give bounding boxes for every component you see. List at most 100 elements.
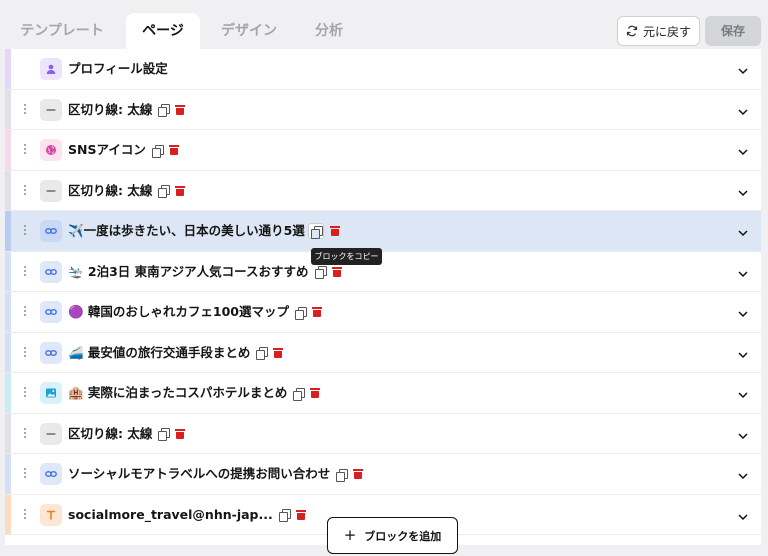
chevron-down-icon[interactable] bbox=[737, 467, 749, 480]
trash-icon[interactable] bbox=[168, 145, 179, 155]
drag-handle-icon[interactable] bbox=[24, 508, 28, 521]
copy-icon[interactable] bbox=[151, 144, 164, 158]
block-label: プロフィール設定 bbox=[68, 49, 168, 89]
divider-icon bbox=[40, 179, 62, 202]
save-button[interactable]: 保存 bbox=[705, 16, 761, 46]
block-title: 🟣 韓国のおしゃれカフェ100選マップ bbox=[68, 304, 290, 319]
block-list: プロフィール設定 区切り線: 太線 SNSアイコン 区切り線: 太線 ✈️一度は歩きたい… bbox=[5, 49, 761, 545]
drag-handle-icon[interactable] bbox=[24, 103, 28, 116]
block-color-strip bbox=[5, 49, 11, 89]
block-title: socialmore_travel@nhn-jap... bbox=[68, 506, 273, 522]
block-row[interactable]: SNSアイコン bbox=[5, 130, 761, 171]
drag-handle-icon[interactable] bbox=[24, 265, 28, 278]
block-label: 🏨 実際に泊まったコスパホテルまとめ bbox=[68, 373, 321, 413]
tab-page[interactable]: ページ bbox=[126, 13, 200, 49]
trash-icon[interactable] bbox=[312, 307, 323, 317]
block-row[interactable]: 🟣 韓国のおしゃれカフェ100選マップ bbox=[5, 292, 761, 333]
copy-icon[interactable] bbox=[293, 387, 306, 401]
trash-icon[interactable] bbox=[310, 388, 321, 398]
block-row[interactable]: 区切り線: 太線 bbox=[5, 413, 761, 454]
trash-icon[interactable] bbox=[331, 266, 342, 277]
chevron-down-icon[interactable] bbox=[737, 265, 749, 277]
tab-analytics[interactable]: 分析 bbox=[298, 13, 360, 49]
block-title: SNSアイコン bbox=[68, 142, 146, 157]
copy-icon[interactable] bbox=[336, 468, 349, 482]
block-label: 区切り線: 太線 bbox=[68, 171, 186, 211]
trash-icon[interactable] bbox=[175, 104, 186, 115]
block-color-strip bbox=[5, 413, 11, 453]
link-icon bbox=[40, 301, 62, 323]
block-row[interactable]: 🛬 2泊3日 東南アジア人気コースおすすめ bbox=[5, 251, 761, 292]
block-label: 区切り線: 太線 bbox=[68, 90, 186, 130]
tab-template[interactable]: テンプレート bbox=[4, 13, 120, 49]
block-row[interactable]: 区切り線: 太線 bbox=[5, 170, 761, 211]
block-label: SNSアイコン bbox=[68, 130, 179, 170]
trash-icon[interactable] bbox=[295, 509, 306, 520]
block-row[interactable]: ソーシャルモアトラベルへの提携お問い合わせ bbox=[5, 454, 761, 495]
chevron-down-icon[interactable] bbox=[737, 386, 749, 399]
block-title: プロフィール設定 bbox=[68, 61, 168, 76]
tab-design[interactable]: デザイン bbox=[212, 13, 286, 49]
chevron-down-icon[interactable] bbox=[737, 224, 749, 237]
person-icon bbox=[40, 58, 62, 80]
trash-icon[interactable] bbox=[175, 185, 186, 196]
block-row[interactable]: ✈️一度は歩きたい、日本の美しい通り5選 bbox=[5, 211, 761, 252]
chevron-down-icon[interactable] bbox=[737, 346, 749, 358]
undo-button[interactable]: 元に戻す bbox=[617, 16, 700, 46]
chevron-down-icon[interactable] bbox=[737, 143, 749, 156]
add-block-button[interactable]: + ブロックを追加 bbox=[327, 517, 458, 554]
copy-icon[interactable] bbox=[314, 266, 327, 279]
block-color-strip bbox=[5, 332, 11, 372]
trash-icon[interactable] bbox=[273, 347, 284, 358]
link-icon bbox=[40, 260, 62, 283]
refresh-icon bbox=[626, 25, 638, 37]
copy-icon[interactable] bbox=[295, 306, 308, 320]
block-color-strip bbox=[5, 494, 11, 534]
block-color-strip bbox=[5, 373, 11, 413]
divider-icon bbox=[40, 98, 62, 121]
drag-handle-icon[interactable] bbox=[24, 184, 28, 197]
copy-icon[interactable] bbox=[278, 509, 291, 522]
drag-handle-icon[interactable] bbox=[24, 225, 28, 237]
copy-icon[interactable] bbox=[158, 428, 171, 441]
block-row[interactable]: 🚄 最安値の旅行交通手段まとめ bbox=[5, 332, 761, 373]
copy-tooltip: ブロックをコピー bbox=[311, 248, 382, 265]
copy-icon[interactable] bbox=[158, 185, 171, 198]
copy-icon[interactable] bbox=[307, 223, 324, 239]
text-icon bbox=[40, 503, 62, 526]
block-title: ✈️一度は歩きたい、日本の美しい通り5選 bbox=[68, 223, 305, 238]
link-icon bbox=[40, 341, 62, 364]
drag-handle-icon[interactable] bbox=[24, 346, 28, 359]
globe-icon bbox=[40, 139, 62, 161]
block-row[interactable]: 区切り線: 太線 bbox=[5, 89, 761, 130]
drag-handle-icon[interactable] bbox=[24, 427, 28, 440]
undo-label: 元に戻す bbox=[642, 24, 691, 39]
trash-icon[interactable] bbox=[175, 428, 186, 439]
drag-handle-icon[interactable] bbox=[24, 387, 28, 399]
chevron-down-icon[interactable] bbox=[737, 103, 749, 115]
plus-icon: + bbox=[343, 526, 357, 544]
chevron-down-icon[interactable] bbox=[737, 305, 749, 318]
chevron-down-icon[interactable] bbox=[737, 427, 749, 439]
block-label: 🛬 2泊3日 東南アジア人気コースおすすめ bbox=[68, 252, 342, 292]
copy-icon[interactable] bbox=[256, 347, 269, 360]
trash-icon[interactable] bbox=[353, 469, 364, 479]
drag-handle-icon[interactable] bbox=[24, 468, 28, 480]
divider-icon bbox=[40, 422, 62, 445]
chevron-down-icon[interactable] bbox=[737, 62, 749, 75]
block-label: ✈️一度は歩きたい、日本の美しい通り5選 bbox=[68, 211, 340, 251]
block-label: socialmore_travel@nhn-jap... bbox=[68, 495, 306, 535]
block-title: 🚄 最安値の旅行交通手段まとめ bbox=[68, 344, 251, 360]
trash-icon[interactable] bbox=[329, 226, 340, 236]
block-title: 区切り線: 太線 bbox=[68, 182, 153, 198]
link-icon bbox=[40, 463, 62, 485]
block-row[interactable]: プロフィール設定 bbox=[5, 49, 761, 90]
block-title: 区切り線: 太線 bbox=[68, 425, 153, 441]
drag-handle-icon[interactable] bbox=[24, 306, 28, 318]
drag-handle-icon[interactable] bbox=[24, 144, 28, 156]
chevron-down-icon[interactable] bbox=[737, 184, 749, 196]
block-row[interactable]: 🏨 実際に泊まったコスパホテルまとめ bbox=[5, 373, 761, 414]
block-title: 🏨 実際に泊まったコスパホテルまとめ bbox=[68, 385, 288, 400]
copy-icon[interactable] bbox=[158, 104, 171, 117]
chevron-down-icon[interactable] bbox=[737, 508, 749, 520]
